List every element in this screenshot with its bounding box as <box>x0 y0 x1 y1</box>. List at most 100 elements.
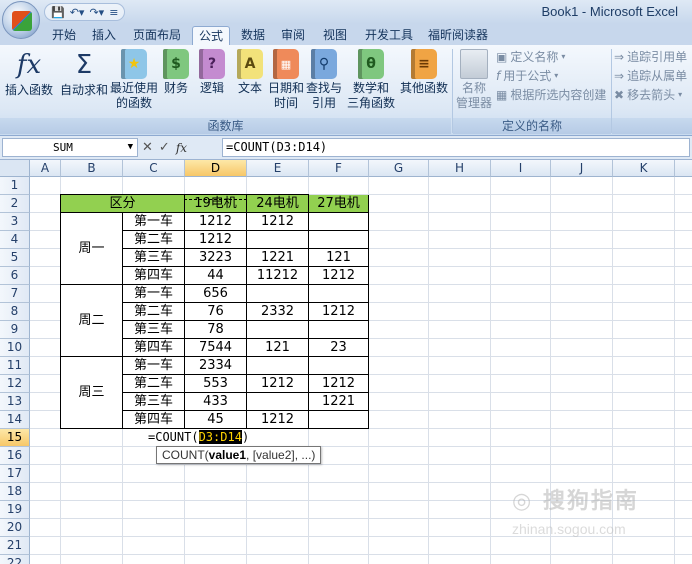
row-header-17[interactable]: 17 <box>0 465 30 483</box>
enter-icon[interactable]: ✓ <box>159 140 170 155</box>
row-header-6[interactable]: 6 <box>0 267 30 285</box>
data-cell[interactable]: 1212 <box>185 231 247 249</box>
trace-precedents-button[interactable]: ⇒ 追踪引用单 <box>614 48 687 66</box>
data-cell[interactable]: 553 <box>185 375 247 393</box>
office-button[interactable] <box>2 1 40 39</box>
autosum-button[interactable]: Σ 自动求和 <box>58 49 110 113</box>
tab-page-layout[interactable]: 页面布局 <box>128 26 186 45</box>
data-cell[interactable]: 121 <box>247 339 309 357</box>
fx-icon[interactable]: fx <box>176 141 187 155</box>
column-header-l[interactable]: L <box>675 160 692 177</box>
financial-button[interactable]: $ 财务 <box>160 49 192 96</box>
formula-input[interactable]: =COUNT(D3:D14) <box>222 138 690 157</box>
row-header-10[interactable]: 10 <box>0 339 30 357</box>
row-header-1[interactable]: 1 <box>0 177 30 195</box>
row-header-12[interactable]: 12 <box>0 375 30 393</box>
data-cell[interactable]: 2334 <box>185 357 247 375</box>
column-header-f[interactable]: F <box>309 160 369 177</box>
data-cell[interactable]: 1212 <box>247 375 309 393</box>
column-header-c[interactable]: C <box>123 160 185 177</box>
row-header-21[interactable]: 21 <box>0 537 30 555</box>
data-cell[interactable] <box>247 321 309 339</box>
date-time-button[interactable]: ▦ 日期和 时间 <box>266 49 306 111</box>
save-icon[interactable]: 💾 <box>51 6 65 19</box>
data-cell[interactable]: 1221 <box>309 393 369 411</box>
text-button[interactable]: A 文本 <box>234 49 266 96</box>
data-cell[interactable] <box>247 285 309 303</box>
chevron-down-icon[interactable]: ▼ <box>128 139 133 156</box>
data-cell[interactable]: 1212 <box>185 213 247 231</box>
name-manager-button[interactable]: 名称 管理器 <box>454 49 494 111</box>
worksheet-grid[interactable]: ABCDEFGHIJKL1234567891011121314151617181… <box>0 160 692 564</box>
customize-qat-icon[interactable]: ≡ <box>109 6 118 19</box>
tab-home[interactable]: 开始 <box>46 26 82 45</box>
select-all-corner[interactable] <box>0 160 30 177</box>
tab-data[interactable]: 数据 <box>236 26 270 45</box>
redo-icon[interactable]: ↷▾ <box>89 6 104 19</box>
math-trig-button[interactable]: θ 数学和 三角函数 <box>344 49 398 111</box>
tab-insert[interactable]: 插入 <box>86 26 122 45</box>
data-cell[interactable] <box>309 285 369 303</box>
tab-review[interactable]: 审阅 <box>276 26 310 45</box>
column-header-e[interactable]: E <box>247 160 309 177</box>
data-cell[interactable]: 121 <box>309 249 369 267</box>
create-from-selection-button[interactable]: ▦ 根据所选内容创建 <box>496 86 606 104</box>
trace-dependents-button[interactable]: ⇒ 追踪从属单 <box>614 67 687 85</box>
data-cell[interactable]: 23 <box>309 339 369 357</box>
column-header-a[interactable]: A <box>30 160 61 177</box>
row-header-16[interactable]: 16 <box>0 447 30 465</box>
row-header-13[interactable]: 13 <box>0 393 30 411</box>
column-header-b[interactable]: B <box>61 160 123 177</box>
row-header-19[interactable]: 19 <box>0 501 30 519</box>
row-header-8[interactable]: 8 <box>0 303 30 321</box>
recently-used-button[interactable]: ★ 最近使用 的函数 <box>108 49 160 111</box>
data-cell[interactable]: 11212 <box>247 267 309 285</box>
data-cell[interactable]: 78 <box>185 321 247 339</box>
row-header-22[interactable]: 22 <box>0 555 30 564</box>
data-cell[interactable]: 433 <box>185 393 247 411</box>
data-cell[interactable] <box>309 411 369 429</box>
tab-formulas[interactable]: 公式 <box>192 26 230 45</box>
use-in-formula-button[interactable]: f 用于公式 ▾ <box>496 67 558 85</box>
row-header-2[interactable]: 2 <box>0 195 30 213</box>
data-cell[interactable] <box>309 321 369 339</box>
data-cell[interactable]: 1212 <box>309 267 369 285</box>
data-cell[interactable] <box>309 357 369 375</box>
row-header-20[interactable]: 20 <box>0 519 30 537</box>
row-header-4[interactable]: 4 <box>0 231 30 249</box>
data-cell[interactable]: 1212 <box>309 303 369 321</box>
column-header-i[interactable]: I <box>491 160 551 177</box>
row-header-18[interactable]: 18 <box>0 483 30 501</box>
data-cell[interactable]: 3223 <box>185 249 247 267</box>
data-cell[interactable]: 656 <box>185 285 247 303</box>
remove-arrows-button[interactable]: ✖ 移去箭头 ▾ <box>614 86 682 104</box>
tab-foxit-reader[interactable]: 福昕阅读器 <box>424 26 492 45</box>
row-header-5[interactable]: 5 <box>0 249 30 267</box>
row-header-7[interactable]: 7 <box>0 285 30 303</box>
data-cell[interactable]: 44 <box>185 267 247 285</box>
row-header-14[interactable]: 14 <box>0 411 30 429</box>
undo-icon[interactable]: ↶▾ <box>70 6 85 19</box>
column-header-d[interactable]: D <box>185 160 247 177</box>
data-cell[interactable]: 76 <box>185 303 247 321</box>
row-header-11[interactable]: 11 <box>0 357 30 375</box>
column-header-k[interactable]: K <box>613 160 675 177</box>
data-cell[interactable] <box>247 231 309 249</box>
function-tooltip[interactable]: COUNT(value1, [value2], ...) <box>156 446 322 464</box>
column-header-g[interactable]: G <box>369 160 429 177</box>
data-cell[interactable] <box>309 231 369 249</box>
data-cell[interactable]: 1212 <box>247 411 309 429</box>
data-cell[interactable]: 1212 <box>309 375 369 393</box>
name-box[interactable]: SUM ▼ <box>2 138 138 157</box>
column-header-h[interactable]: H <box>429 160 491 177</box>
logical-button[interactable]: ? 逻辑 <box>196 49 228 96</box>
column-header-j[interactable]: J <box>551 160 613 177</box>
lookup-reference-button[interactable]: ⚲ 查找与 引用 <box>304 49 344 111</box>
data-cell[interactable]: 2332 <box>247 303 309 321</box>
row-header-9[interactable]: 9 <box>0 321 30 339</box>
data-cell[interactable] <box>309 213 369 231</box>
data-cell[interactable] <box>247 357 309 375</box>
data-cell[interactable]: 7544 <box>185 339 247 357</box>
cell-editor[interactable]: =COUNT(D3:D14) <box>148 429 250 446</box>
row-header-15[interactable]: 15 <box>0 429 30 447</box>
